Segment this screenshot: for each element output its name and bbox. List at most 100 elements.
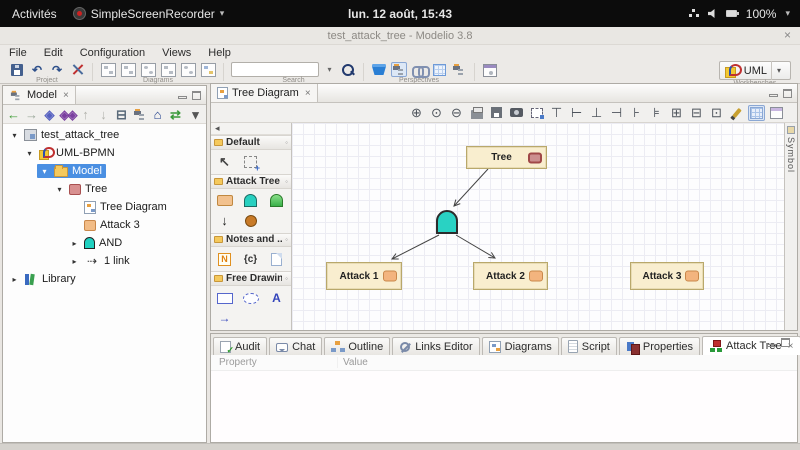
tree-item-attack-3[interactable]: Attack 3 [3, 216, 206, 234]
grid-icon[interactable] [748, 105, 765, 121]
align-left-icon[interactable]: ⊢ [568, 105, 585, 121]
maximize-icon[interactable] [783, 89, 792, 98]
diagram-edge[interactable] [454, 169, 488, 206]
expander-icon[interactable]: ▸ [69, 257, 80, 266]
expander-icon[interactable]: ▸ [9, 275, 20, 284]
palette-collapse-icon[interactable]: ◂ [211, 123, 291, 135]
diagram-deployment-icon[interactable] [160, 62, 176, 77]
diagram-node-attack-3[interactable]: Attack 3 [630, 262, 704, 290]
page-layout-icon[interactable] [768, 105, 785, 121]
search-icon[interactable] [340, 62, 356, 77]
tab-chat[interactable]: Chat [269, 337, 322, 355]
window-settings-icon[interactable] [482, 63, 498, 78]
palette-tool-attack-node[interactable] [216, 193, 233, 209]
undo-icon[interactable]: ↶ [29, 62, 45, 77]
palette-tool-document[interactable] [268, 251, 285, 267]
history-back-icon[interactable]: ◈ [41, 107, 58, 122]
property-table-body[interactable] [211, 371, 797, 442]
palette-tool-note[interactable]: N [216, 251, 233, 267]
tab-model[interactable]: Model × [3, 86, 76, 104]
window-close-button[interactable]: × [784, 28, 791, 42]
tree-item-uml-bpmn[interactable]: ▾UML-BPMN [3, 144, 206, 162]
diagram-matrix-icon[interactable] [200, 62, 216, 77]
tree-item-tree-diagram[interactable]: Tree Diagram [3, 198, 206, 216]
palette-tool-cursor[interactable]: ↖ [216, 154, 233, 170]
links-icon[interactable] [411, 62, 427, 77]
palette-group-default[interactable]: Default◦ [211, 135, 291, 150]
align-right-icon[interactable]: ⊣ [608, 105, 625, 121]
diagram-canvas[interactable]: TreeAttack 1Attack 2Attack 3 [292, 123, 784, 330]
palette-tool-draw-line[interactable]: → [216, 310, 233, 326]
nav-down-icon[interactable]: ↓ [95, 107, 112, 122]
diagram-usecase-icon[interactable] [140, 62, 156, 77]
palette-tool-draw-rect[interactable] [216, 290, 233, 306]
tab-audit[interactable]: Audit [213, 337, 267, 355]
tree-item-test-attack-tree[interactable]: ▾test_attack_tree [3, 126, 206, 144]
redo-icon[interactable]: ↷ [49, 62, 65, 77]
tree-item-library[interactable]: ▸Library [3, 270, 206, 288]
minimize-icon[interactable] [178, 96, 187, 99]
align-center-h-icon[interactable]: ⊦ [628, 105, 645, 121]
model-explorer-icon[interactable] [391, 62, 407, 77]
model-tab-close-icon[interactable]: × [63, 90, 69, 101]
palette-tool-and-gate[interactable] [242, 193, 259, 209]
tree-item-and[interactable]: ▸AND [3, 234, 206, 252]
tab-tree-diagram[interactable]: Tree Diagram × [211, 84, 318, 102]
clock[interactable]: lun. 12 août, 15:43 [348, 7, 452, 21]
activities-button[interactable]: Activités [12, 7, 57, 21]
palette-tool-constraint[interactable]: {c} [242, 251, 259, 267]
home-icon[interactable]: ⌂ [149, 107, 166, 122]
palette-group-notes-and-[interactable]: Notes and ...◦ [211, 233, 291, 248]
tab-properties[interactable]: Properties [619, 337, 700, 355]
palette-tool-marquee[interactable] [242, 154, 259, 170]
search-input[interactable] [231, 62, 319, 77]
palette-tool-root-node[interactable] [242, 213, 259, 229]
tree-item-1-link[interactable]: ▸⇢1 link [3, 252, 206, 270]
same-height-icon[interactable]: ⊟ [688, 105, 705, 121]
workbench-selector[interactable]: UML ▾ [719, 61, 791, 80]
zoom-original-icon[interactable]: ⊙ [428, 105, 445, 121]
palette-tool-or-gate[interactable] [268, 193, 285, 209]
tree-diagram-tab-close-icon[interactable]: × [305, 88, 311, 99]
checker-icon[interactable] [451, 62, 467, 77]
palette-tool-draw-text[interactable]: A [268, 290, 285, 306]
fit-content-icon[interactable]: ⊡ [708, 105, 725, 121]
align-top-icon[interactable]: ⊤ [548, 105, 565, 121]
expander-icon[interactable]: ▾ [54, 185, 65, 194]
minimize-icon[interactable] [769, 94, 778, 97]
select-zone-icon[interactable] [528, 105, 545, 121]
tab-script[interactable]: Script [561, 337, 617, 355]
diagram-edge[interactable] [456, 235, 495, 258]
expander-icon[interactable]: ▾ [9, 131, 20, 140]
app-menu[interactable]: SimpleScreenRecorder ▾ [73, 7, 225, 21]
save-icon[interactable] [9, 62, 25, 77]
column-header-property[interactable]: Property [211, 357, 338, 368]
zoom-out-icon[interactable]: ⊖ [448, 105, 465, 121]
nav-forward-icon[interactable]: → [23, 107, 40, 122]
system-status-area[interactable]: 100% ▾ [689, 7, 790, 21]
maximize-icon[interactable] [781, 338, 790, 347]
palette-group-attack-tree[interactable]: Attack Tree◦ [211, 174, 291, 189]
palette-group-free-drawing[interactable]: Free Drawing◦ [211, 271, 291, 286]
minimize-icon[interactable] [767, 344, 776, 347]
menu-file[interactable]: File [9, 47, 27, 59]
expander-icon[interactable]: ▾ [24, 149, 35, 158]
history-forward-icon[interactable]: ◈◈ [59, 107, 76, 122]
column-header-value[interactable]: Value [338, 357, 368, 368]
menu-chevron-icon[interactable]: ▾ [187, 107, 204, 122]
diagram-activity-icon[interactable] [120, 62, 136, 77]
diagram-gate-and[interactable] [436, 210, 458, 234]
format-painter-icon[interactable] [728, 105, 745, 121]
expander-icon[interactable]: ▾ [39, 167, 50, 176]
expander-icon[interactable]: ▸ [69, 239, 80, 248]
menu-configuration[interactable]: Configuration [80, 47, 145, 59]
diagram-node-attack-2[interactable]: Attack 2 [473, 262, 548, 290]
nav-back-icon[interactable]: ← [5, 107, 22, 122]
align-center-v-icon[interactable]: ⊧ [648, 105, 665, 121]
search-dropdown-caret[interactable]: ▾ [323, 62, 336, 77]
tree-item-model[interactable]: ▾Model [3, 162, 206, 180]
matrix-icon[interactable] [431, 62, 447, 77]
same-size-icon[interactable]: ⊞ [668, 105, 685, 121]
menu-edit[interactable]: Edit [44, 47, 63, 59]
tab-diagrams[interactable]: Diagrams [482, 337, 559, 355]
